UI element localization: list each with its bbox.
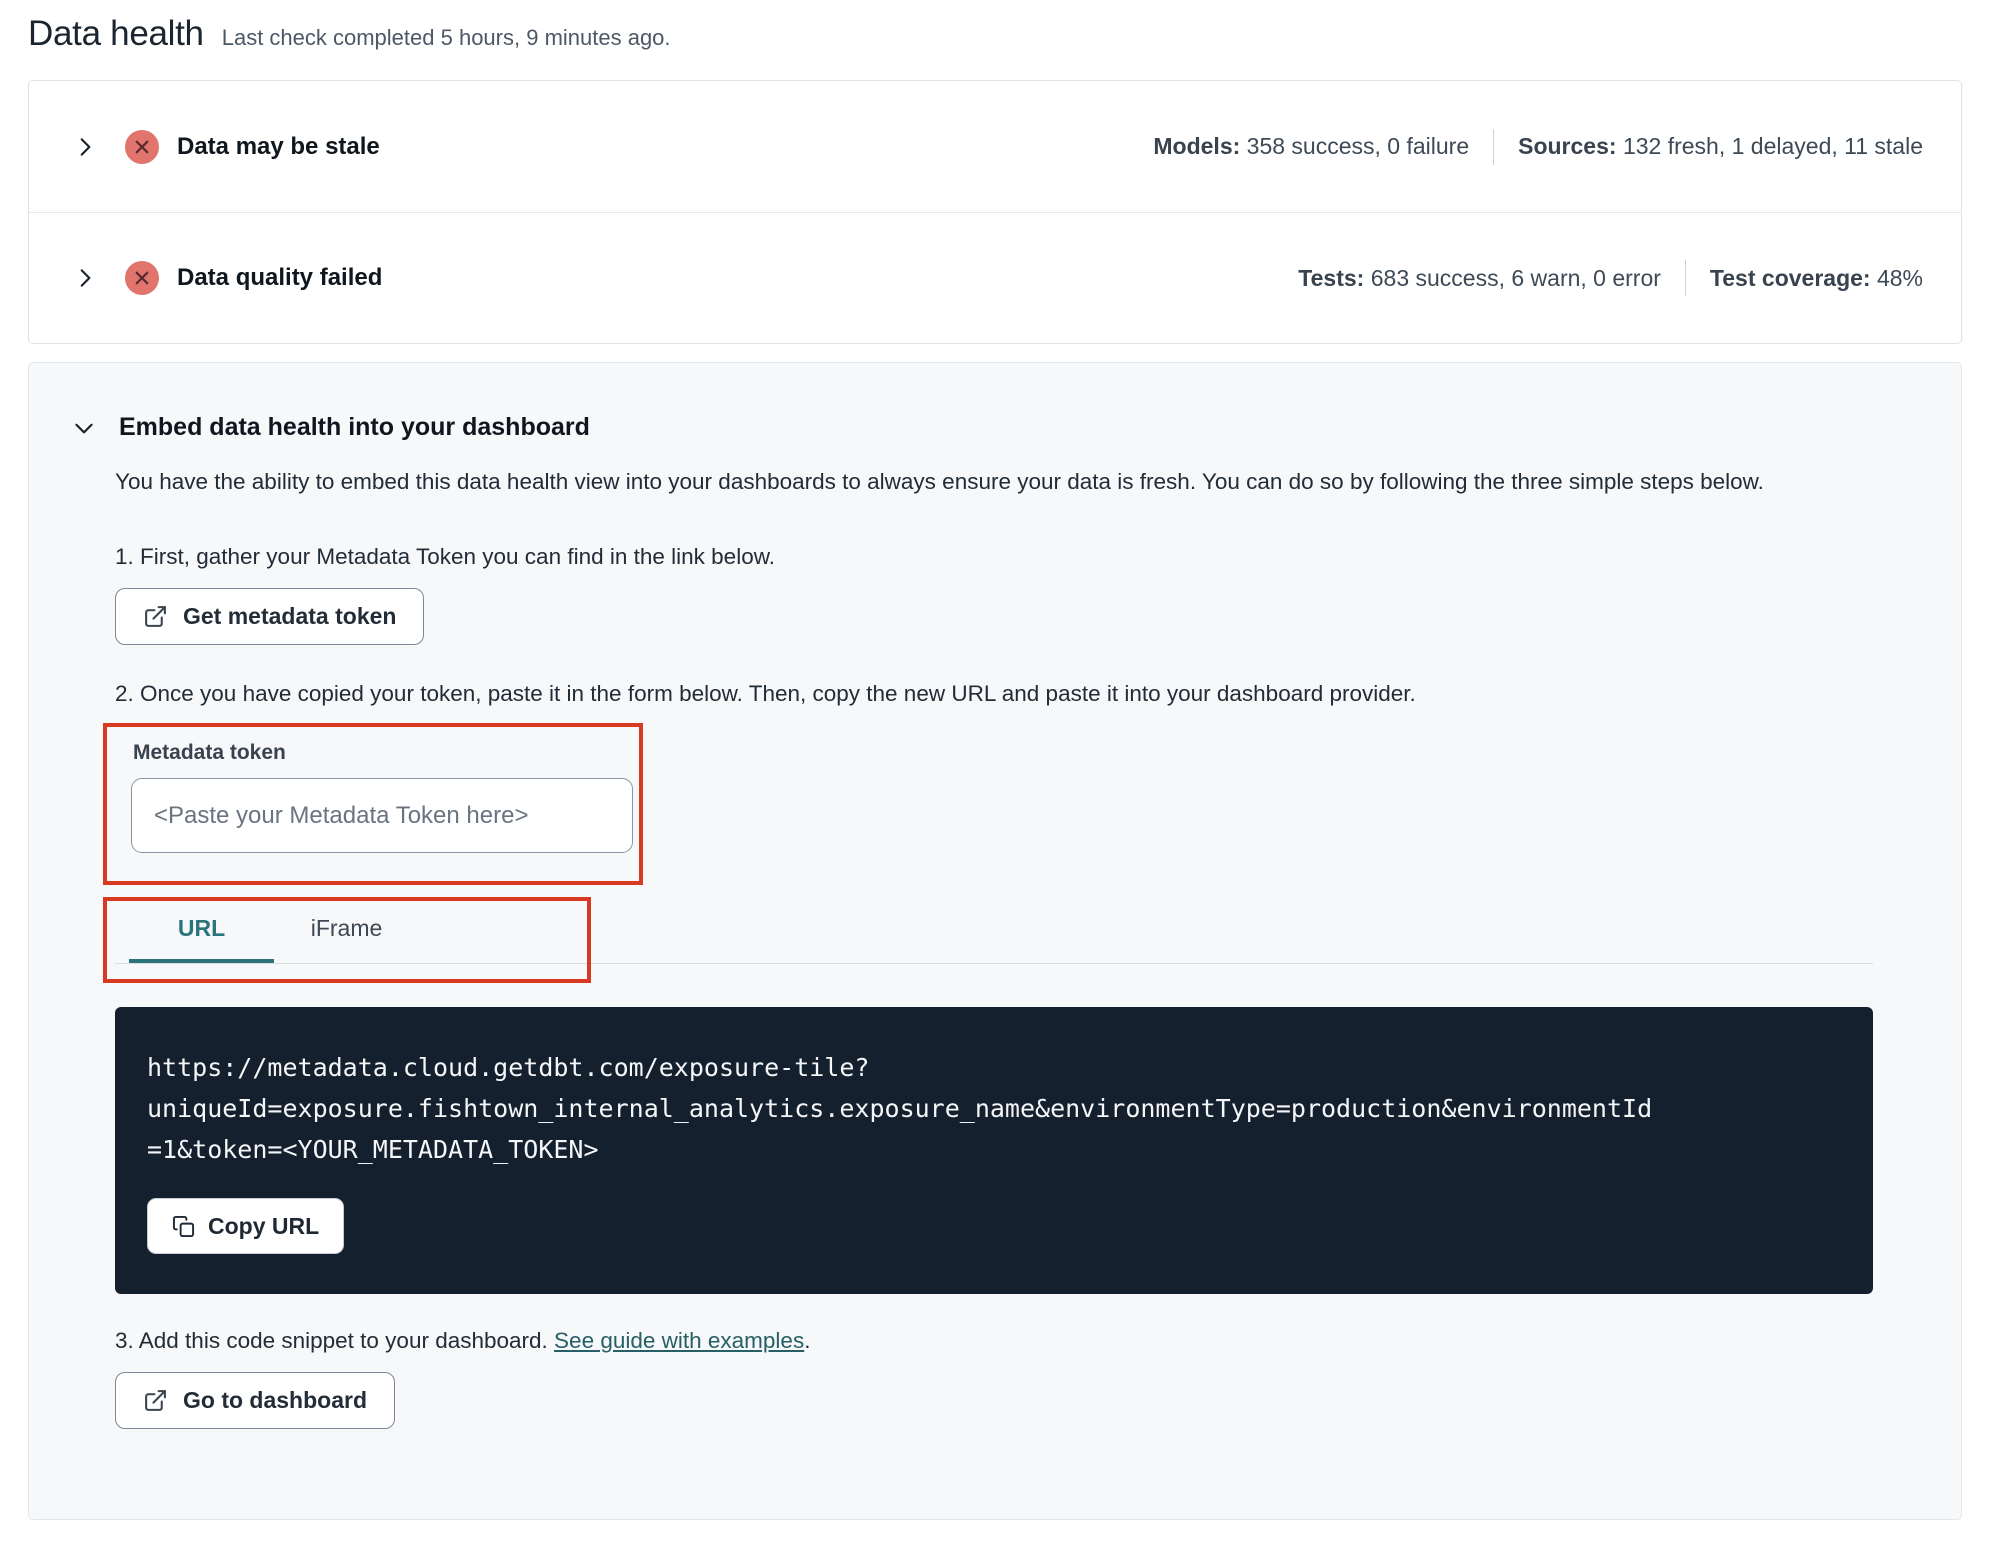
sources-stat: Sources: 132 fresh, 1 delayed, 11 stale <box>1518 133 1923 160</box>
x-circle-icon <box>125 129 159 164</box>
stat-divider <box>1493 128 1495 165</box>
copy-icon <box>172 1215 195 1238</box>
get-metadata-token-label: Get metadata token <box>183 603 397 629</box>
external-link-icon <box>143 1388 168 1413</box>
page-title: Data health <box>28 14 204 53</box>
get-metadata-token-button[interactable]: Get metadata token <box>115 588 425 645</box>
step-2-text: 2. Once you have copied your token, past… <box>115 681 1416 706</box>
embed-description: You have the ability to embed this data … <box>115 469 1764 494</box>
embed-section-title: Embed data health into your dashboard <box>119 413 590 441</box>
expand-row-button[interactable] <box>71 264 99 292</box>
go-to-dashboard-button[interactable]: Go to dashboard <box>115 1372 395 1429</box>
metadata-token-input[interactable] <box>131 778 633 853</box>
test-coverage-stat-value: 48% <box>1876 264 1923 291</box>
sources-stat-value: 132 fresh, 1 delayed, 11 stale <box>1622 133 1923 159</box>
page-header: Data health Last check completed 5 hours… <box>0 0 1990 54</box>
test-coverage-stat-label: Test coverage: <box>1709 264 1871 291</box>
status-row-stats: Tests: 683 success, 6 warn, 0 error Test… <box>1298 260 1923 296</box>
embed-url-line: https://metadata.cloud.getdbt.com/exposu… <box>147 1053 870 1082</box>
step-3-text: 3. Add this code snippet to your dashboa… <box>115 1328 1961 1354</box>
status-row-label: Data quality failed <box>177 264 383 291</box>
stat-divider <box>1684 260 1686 296</box>
sources-stat-label: Sources: <box>1518 133 1617 159</box>
status-row-stale[interactable]: Data may be stale Models: 358 success, 0… <box>29 81 1961 212</box>
embed-url-code-block: https://metadata.cloud.getdbt.com/exposu… <box>115 1007 1873 1294</box>
copy-url-button[interactable]: Copy URL <box>147 1198 345 1254</box>
chevron-down-icon <box>71 415 97 441</box>
go-to-dashboard-label: Go to dashboard <box>183 1387 367 1413</box>
status-row-label: Data may be stale <box>177 132 380 160</box>
embed-section: Embed data health into your dashboard Yo… <box>28 362 1962 1520</box>
models-stat-label: Models: <box>1153 133 1241 159</box>
models-stat: Models: 358 success, 0 failure <box>1153 133 1469 160</box>
last-check-status: Last check completed 5 hours, 9 minutes … <box>221 25 671 50</box>
status-row-quality[interactable]: Data quality failed Tests: 683 success, … <box>29 212 1961 343</box>
guide-link[interactable]: See guide with examples <box>554 1328 804 1353</box>
tabstrip: URL iFrame <box>115 897 1873 964</box>
step-1-text: 1. First, gather your Metadata Token you… <box>115 544 775 569</box>
test-coverage-stat: Test coverage: 48% <box>1710 265 1923 292</box>
x-circle-icon <box>125 261 159 295</box>
external-link-icon <box>143 604 168 629</box>
expand-row-button[interactable] <box>71 133 99 161</box>
status-row-stats: Models: 358 success, 0 failure Sources: … <box>1153 128 1923 165</box>
status-card: Data may be stale Models: 358 success, 0… <box>28 80 1962 344</box>
tests-stat-value: 683 success, 6 warn, 0 error <box>1370 264 1661 291</box>
copy-url-label: Copy URL <box>208 1212 320 1239</box>
step-3-suffix: . <box>804 1328 811 1353</box>
chevron-right-icon <box>72 265 98 291</box>
models-stat-value: 358 success, 0 failure <box>1246 133 1470 159</box>
tab-url[interactable]: URL <box>129 897 274 963</box>
embed-section-header[interactable]: Embed data health into your dashboard <box>29 413 1961 442</box>
embed-url-line: =1&token=<YOUR_METADATA_TOKEN> <box>147 1135 599 1164</box>
tests-stat: Tests: 683 success, 6 warn, 0 error <box>1298 265 1661 292</box>
metadata-token-label: Metadata token <box>133 741 286 764</box>
token-field-annotation-box: Metadata token <box>103 723 643 885</box>
step-3-prefix: 3. Add this code snippet to your dashboa… <box>115 1328 555 1353</box>
tests-stat-label: Tests: <box>1298 264 1365 291</box>
tab-iframe[interactable]: iFrame <box>274 897 419 963</box>
embed-url-line: uniqueId=exposure.fishtown_internal_anal… <box>147 1094 1653 1123</box>
chevron-right-icon <box>72 134 98 160</box>
output-format-tabs: URL iFrame <box>103 897 1961 985</box>
